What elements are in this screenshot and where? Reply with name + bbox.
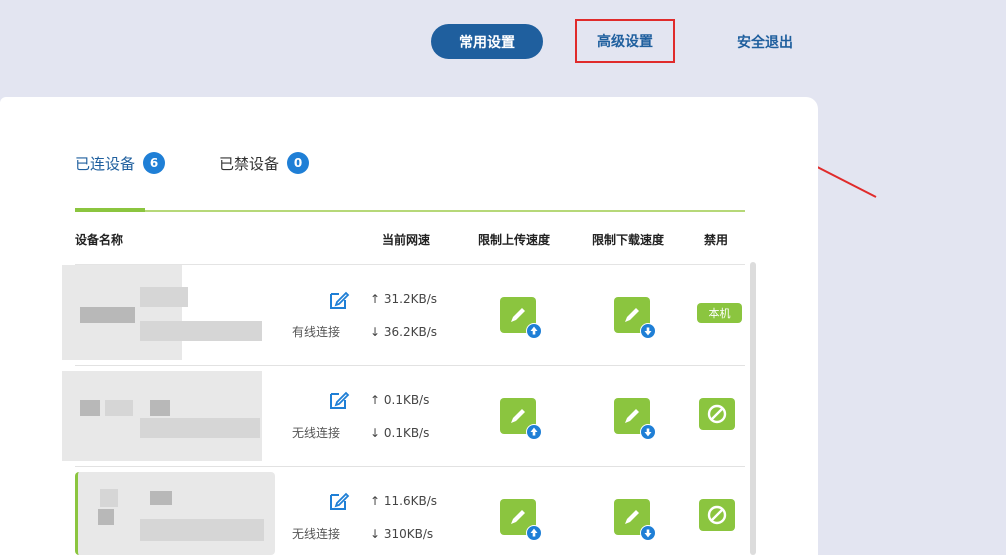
count-badge: 0: [287, 152, 310, 174]
table-header: 设备名称 当前网速 限制上传速度 限制下载速度 禁用: [0, 227, 818, 251]
blurred-device-name: [80, 307, 135, 323]
ban-icon: [707, 404, 727, 424]
blurred-device-name: [62, 371, 262, 461]
header-limit-upload: 限制上传速度: [478, 233, 551, 247]
table-row: 有线连接 ↑ 31.2KB/s ↓ 36.2KB/s 本机: [0, 265, 760, 365]
pencil-icon: [625, 308, 639, 322]
blurred-device-name: [140, 418, 260, 438]
limit-upload-button[interactable]: [500, 297, 542, 339]
ban-icon: [707, 505, 727, 525]
connection-type: 无线连接: [292, 426, 341, 440]
limit-upload-button[interactable]: [500, 499, 542, 541]
blurred-device-name: [140, 321, 262, 341]
arrow-down-icon: [640, 424, 656, 440]
block-device-button[interactable]: [699, 398, 735, 430]
connection-type: 有线连接: [292, 325, 341, 339]
connection-type: 无线连接: [292, 527, 341, 541]
blurred-device-name: [98, 509, 114, 525]
pencil-icon: [511, 510, 525, 524]
edit-name-icon[interactable]: [327, 288, 351, 312]
limit-download-button[interactable]: [614, 499, 656, 541]
header-disable: 禁用: [704, 233, 729, 247]
active-tab-indicator: [75, 208, 145, 212]
blurred-device-name: [105, 400, 133, 416]
arrow-down-icon: [640, 525, 656, 541]
table-row: 无线连接 ↑ 0.1KB/s ↓ 0.1KB/s: [0, 366, 760, 466]
tab-connected-devices[interactable]: 已连设备 6: [75, 152, 166, 174]
limit-upload-button[interactable]: [500, 398, 542, 440]
local-device-tag: 本机: [697, 303, 742, 323]
pencil-icon: [511, 308, 525, 322]
header-device-name: 设备名称: [75, 233, 124, 247]
tab-label: 已连设备: [75, 154, 136, 173]
header-current-speed: 当前网速: [382, 233, 431, 247]
upload-speed: ↑ 11.6KB/s: [370, 494, 437, 508]
blurred-device-name: [140, 519, 264, 541]
arrow-down-icon: [640, 323, 656, 339]
tab-label: 已禁设备: [219, 154, 280, 173]
blurred-device-name: [150, 491, 172, 505]
device-tabs: 已连设备 6 已禁设备 0: [75, 152, 310, 174]
upload-speed: ↑ 0.1KB/s: [370, 393, 430, 407]
edit-name-icon[interactable]: [327, 388, 351, 412]
blurred-device-name: [140, 287, 188, 307]
block-device-button[interactable]: [699, 499, 735, 531]
download-speed: ↓ 36.2KB/s: [370, 325, 437, 339]
blurred-device-name: [80, 400, 100, 416]
upload-speed: ↑ 31.2KB/s: [370, 292, 437, 306]
edit-name-icon[interactable]: [327, 489, 351, 513]
pencil-icon: [511, 409, 525, 423]
arrow-up-icon: [526, 424, 542, 440]
arrow-up-icon: [526, 323, 542, 339]
tab-divider: [75, 210, 745, 212]
arrow-up-icon: [526, 525, 542, 541]
table-scrollbar[interactable]: [750, 262, 756, 555]
limit-download-button[interactable]: [614, 297, 656, 339]
count-badge: 6: [143, 152, 166, 174]
pencil-icon: [625, 409, 639, 423]
blurred-device-name: [100, 489, 118, 507]
header-limit-download: 限制下载速度: [592, 233, 665, 247]
pencil-icon: [625, 510, 639, 524]
limit-download-button[interactable]: [614, 398, 656, 440]
table-row: 无线连接 ↑ 11.6KB/s ↓ 310KB/s: [0, 467, 760, 555]
download-speed: ↓ 0.1KB/s: [370, 426, 430, 440]
blurred-device-name: [150, 400, 170, 416]
tab-blocked-devices[interactable]: 已禁设备 0: [219, 152, 310, 174]
download-speed: ↓ 310KB/s: [370, 527, 434, 541]
